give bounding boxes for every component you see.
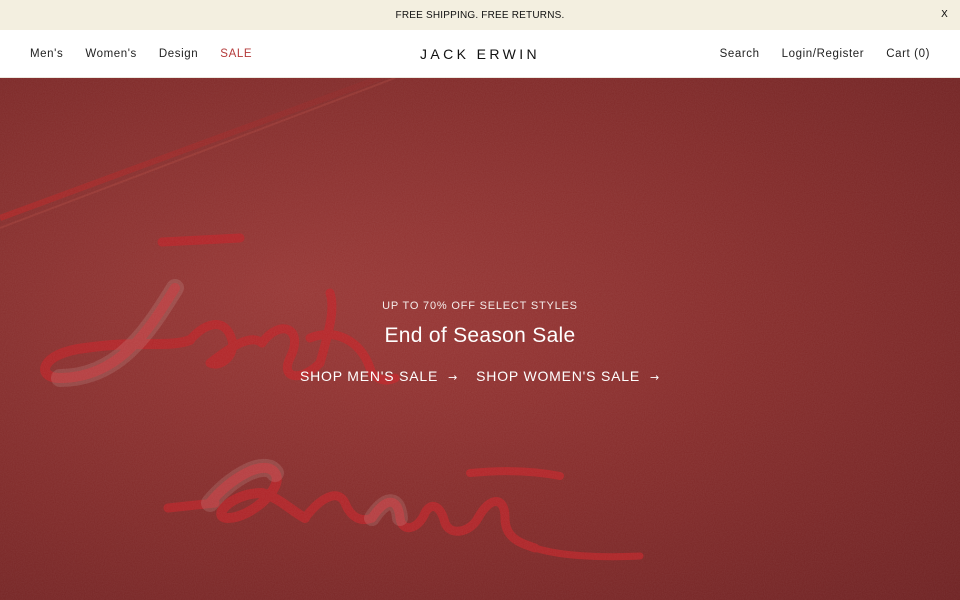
promo-bar: FREE SHIPPING. FREE RETURNS. X <box>0 0 960 30</box>
shop-mens-sale-link[interactable]: SHOP MEN'S SALE → <box>300 368 458 384</box>
brand-logo[interactable]: JACK ERWIN <box>420 46 540 62</box>
login-register-link[interactable]: Login/Register <box>782 48 865 60</box>
nav-womens[interactable]: Women's <box>85 48 137 60</box>
shop-mens-sale-label: SHOP MEN'S SALE <box>299 368 439 384</box>
shop-womens-sale-label: SHOP WOMEN'S SALE <box>476 368 640 384</box>
hero-banner: UP TO 70% OFF SELECT STYLES End of Seaso… <box>0 78 960 600</box>
cart-link[interactable]: Cart (0) <box>886 48 930 60</box>
nav-mens[interactable]: Men's <box>30 48 63 60</box>
close-icon[interactable]: X <box>941 9 948 20</box>
hero-eyebrow: UP TO 70% OFF SELECT STYLES <box>382 300 578 312</box>
arrow-right-icon: → <box>448 371 459 384</box>
promo-message: FREE SHIPPING. FREE RETURNS. <box>395 9 565 21</box>
arrow-right-icon: → <box>649 371 660 384</box>
primary-nav: Men's Women's Design SALE <box>30 30 252 78</box>
hero-title: End of Season Sale <box>384 324 576 347</box>
utility-nav: Search Login/Register Cart (0) <box>720 30 930 78</box>
nav-design[interactable]: Design <box>159 48 198 60</box>
nav-sale[interactable]: SALE <box>220 48 252 60</box>
hero-copy: UP TO 70% OFF SELECT STYLES End of Seaso… <box>0 300 960 384</box>
shop-womens-sale-link[interactable]: SHOP WOMEN'S SALE → <box>476 368 660 384</box>
site-header: Men's Women's Design SALE JACK ERWIN Sea… <box>0 30 960 78</box>
hero-cta-group: SHOP MEN'S SALE → SHOP WOMEN'S SALE → <box>0 368 960 384</box>
search-link[interactable]: Search <box>720 48 760 60</box>
